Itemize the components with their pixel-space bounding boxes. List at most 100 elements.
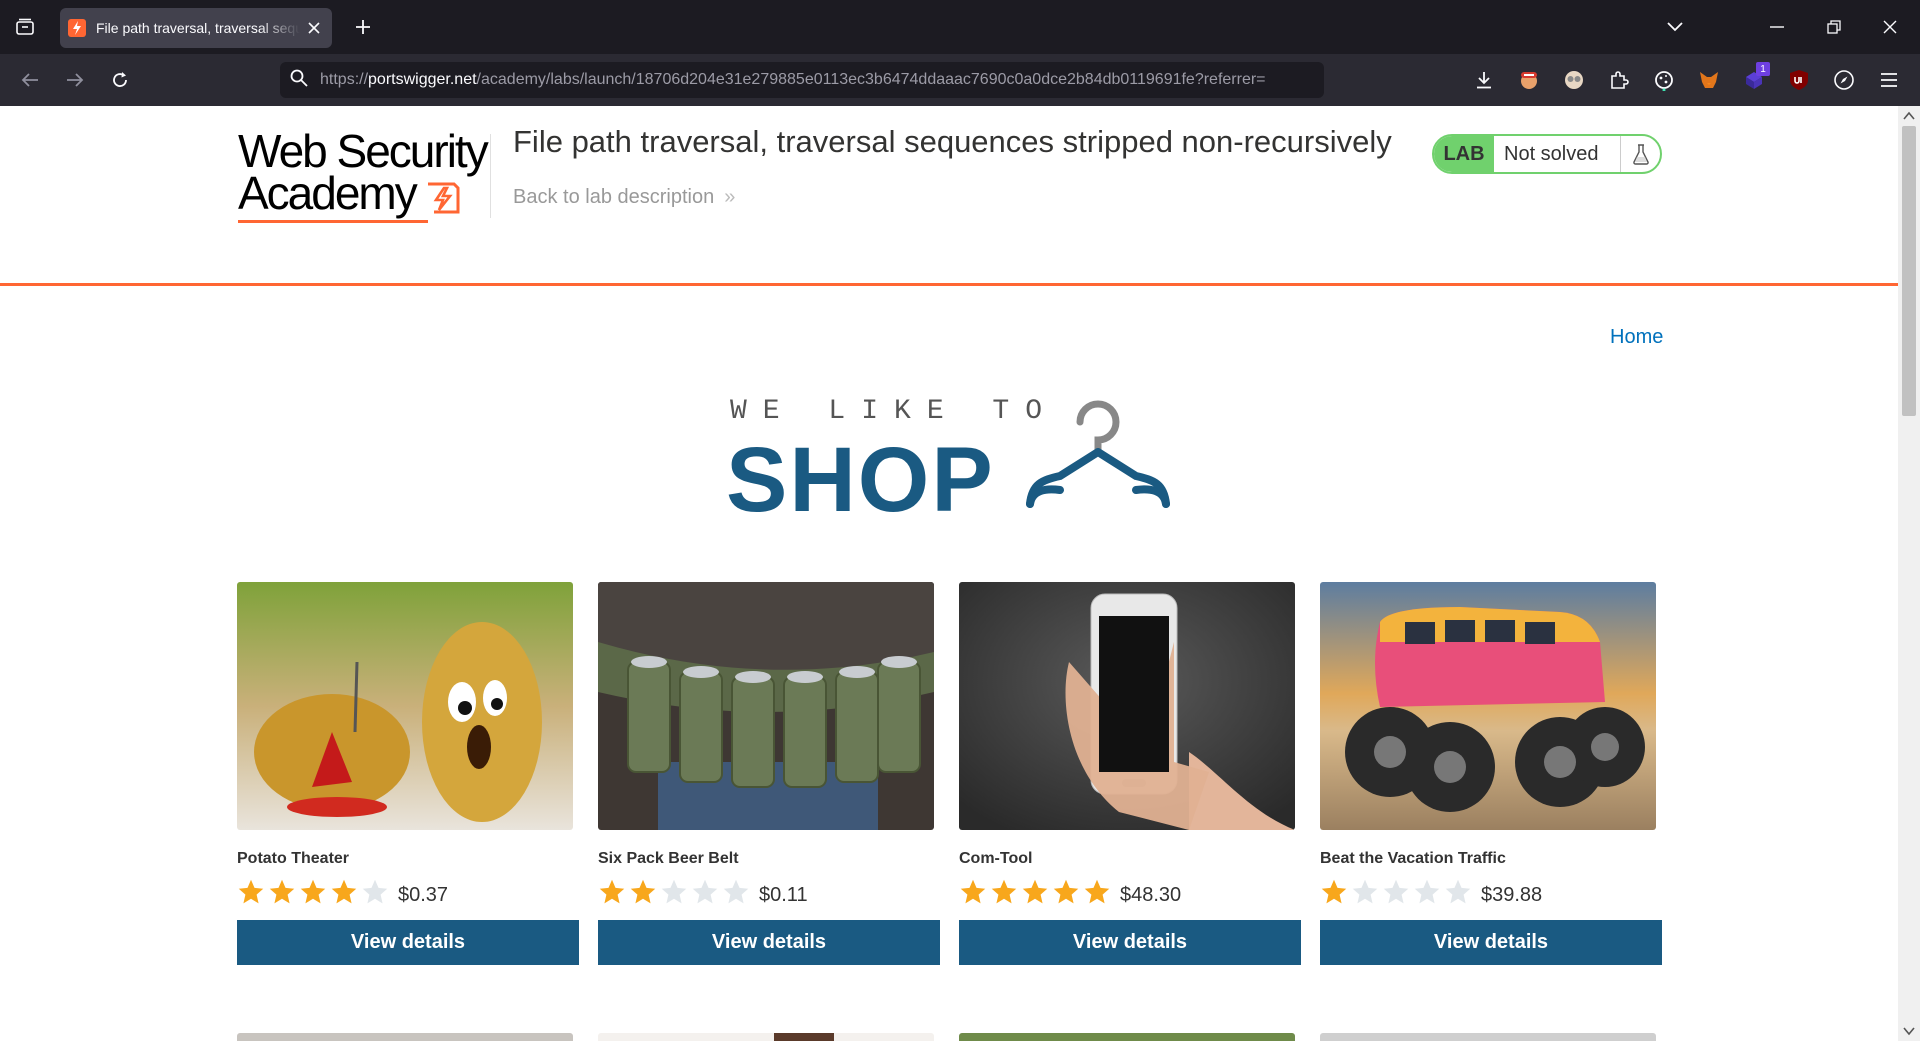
hero-title: SHOP (726, 429, 995, 531)
ublock-origin-icon[interactable] (1783, 64, 1815, 96)
product-price: $48.30 (1120, 883, 1182, 906)
star-filled-icon (269, 879, 295, 904)
address-bar[interactable]: https://portswigger.net/academy/labs/lau… (280, 62, 1324, 98)
flask-icon (1620, 136, 1660, 172)
page-scrollbar[interactable] (1898, 106, 1920, 1041)
back-link-label: Back to lab description (513, 186, 715, 208)
web-security-academy-logo[interactable]: Web Security Academy (238, 125, 489, 230)
view-details-button[interactable]: View details (959, 920, 1301, 965)
product-card: Six Pack Beer Belt $0.11 View details (598, 582, 940, 965)
tab-list-icon[interactable] (10, 12, 40, 42)
product-price: $39.88 (1481, 883, 1543, 906)
beer-belt-image[interactable] (598, 582, 934, 830)
logo-underline (238, 220, 428, 223)
scroll-up-arrow-icon[interactable] (1903, 110, 1915, 122)
home-link[interactable]: Home (1610, 326, 1663, 349)
star-filled-icon (1022, 879, 1048, 904)
lab-status-widget: LAB Not solved (1432, 134, 1662, 174)
product-rating: $39.88 (1320, 878, 1662, 906)
extension-face-red-icon[interactable] (1513, 64, 1545, 96)
product-price: $0.11 (759, 883, 808, 906)
star-filled-icon (331, 879, 357, 904)
close-window-icon[interactable] (1870, 12, 1910, 42)
star-filled-icon (630, 879, 656, 904)
lab-badge: LAB (1434, 136, 1494, 172)
compass-extension-icon[interactable] (1828, 64, 1860, 96)
product-card: Com-Tool $48.30 View details (959, 582, 1301, 965)
extensions-puzzle-icon[interactable] (1603, 64, 1635, 96)
browser-nav-bar: https://portswigger.net/academy/labs/lau… (0, 54, 1920, 106)
page-viewport: Web Security Academy File path traversal… (0, 106, 1898, 1041)
logo-lightning-icon (428, 182, 460, 214)
extension-badge-count: 1 (1756, 62, 1770, 76)
header-divider (490, 134, 491, 218)
product-price: $0.37 (398, 883, 449, 906)
product-rating: $0.11 (598, 878, 940, 906)
star-filled-icon (991, 879, 1017, 904)
product-name: Potato Theater (237, 850, 350, 867)
star-filled-icon (960, 879, 986, 904)
product-image-partial[interactable] (598, 1033, 934, 1041)
reload-icon[interactable] (104, 64, 136, 96)
product-card: Potato Theater $0.37 View details (237, 582, 579, 965)
potato-theater-image[interactable] (237, 582, 573, 830)
forward-arrow-icon[interactable] (59, 64, 91, 96)
product-image-partial[interactable] (237, 1033, 573, 1041)
product-name: Beat the Vacation Traffic (1320, 850, 1506, 867)
scrollbar-thumb[interactable] (1902, 126, 1916, 416)
toolbar-extensions: 1 (1468, 62, 1918, 96)
restore-window-icon[interactable] (1814, 12, 1854, 42)
browser-tab-bar: File path traversal, traversal sequences… (0, 0, 1920, 54)
star-empty-icon (1383, 879, 1409, 904)
star-empty-icon (692, 879, 718, 904)
we-like-to-shop-banner: WE LIKE TO SHOP (726, 396, 1170, 526)
star-empty-icon (362, 879, 388, 904)
cookie-extension-icon[interactable] (1648, 64, 1680, 96)
extension-purple-badge-icon[interactable]: 1 (1738, 62, 1770, 96)
search-icon (290, 69, 308, 92)
product-image-partial[interactable] (1320, 1033, 1656, 1041)
url-host: portswigger.net (368, 71, 477, 88)
star-empty-icon (1352, 879, 1378, 904)
star-empty-icon (661, 879, 687, 904)
scroll-down-arrow-icon[interactable] (1903, 1025, 1915, 1037)
close-tab-icon[interactable] (304, 18, 324, 38)
star-filled-icon (1321, 879, 1347, 904)
view-details-button[interactable]: View details (237, 920, 579, 965)
new-tab-button[interactable] (348, 12, 378, 42)
logo-line1: Web Security (238, 125, 489, 177)
url-scheme: https:// (320, 71, 369, 88)
star-filled-icon (238, 879, 264, 904)
back-arrow-icon[interactable] (14, 64, 46, 96)
star-filled-icon (1053, 879, 1079, 904)
coat-hanger-icon (1026, 400, 1170, 508)
product-card: Beat the Vacation Traffic $39.88 View de… (1320, 582, 1662, 965)
star-empty-icon (1414, 879, 1440, 904)
list-all-tabs-chevron-down-icon[interactable] (1655, 12, 1695, 42)
star-filled-icon (599, 879, 625, 904)
lab-title: File path traversal, traversal sequences… (513, 124, 1392, 159)
extension-face-gray-icon[interactable] (1558, 64, 1590, 96)
product-name: Six Pack Beer Belt (598, 850, 739, 867)
product-image-partial[interactable] (959, 1033, 1295, 1041)
view-details-button[interactable]: View details (598, 920, 940, 965)
product-name: Com-Tool (959, 850, 1033, 867)
hamburger-menu-icon[interactable] (1873, 64, 1905, 96)
product-rating: $0.37 (237, 878, 579, 906)
star-filled-icon (1084, 879, 1110, 904)
smartphone-image[interactable] (959, 582, 1295, 830)
back-to-lab-description-link[interactable]: Back to lab description » (513, 186, 735, 209)
monster-van-image[interactable] (1320, 582, 1656, 830)
view-details-button[interactable]: View details (1320, 920, 1662, 965)
metamask-fox-icon[interactable] (1693, 64, 1725, 96)
active-tab[interactable]: File path traversal, traversal sequences… (60, 8, 332, 48)
minimize-window-icon[interactable] (1757, 12, 1797, 42)
star-filled-icon (300, 879, 326, 904)
star-empty-icon (1445, 879, 1471, 904)
lab-status-text: Not solved (1504, 142, 1599, 165)
portswigger-favicon-icon (68, 19, 86, 37)
tab-title: File path traversal, traversal sequences… (96, 20, 301, 36)
url-path: /academy/labs/launch/18706d204e31e279885… (476, 71, 1266, 88)
url-text[interactable]: https://portswigger.net/academy/labs/lau… (320, 71, 1320, 89)
downloads-icon[interactable] (1468, 64, 1500, 96)
